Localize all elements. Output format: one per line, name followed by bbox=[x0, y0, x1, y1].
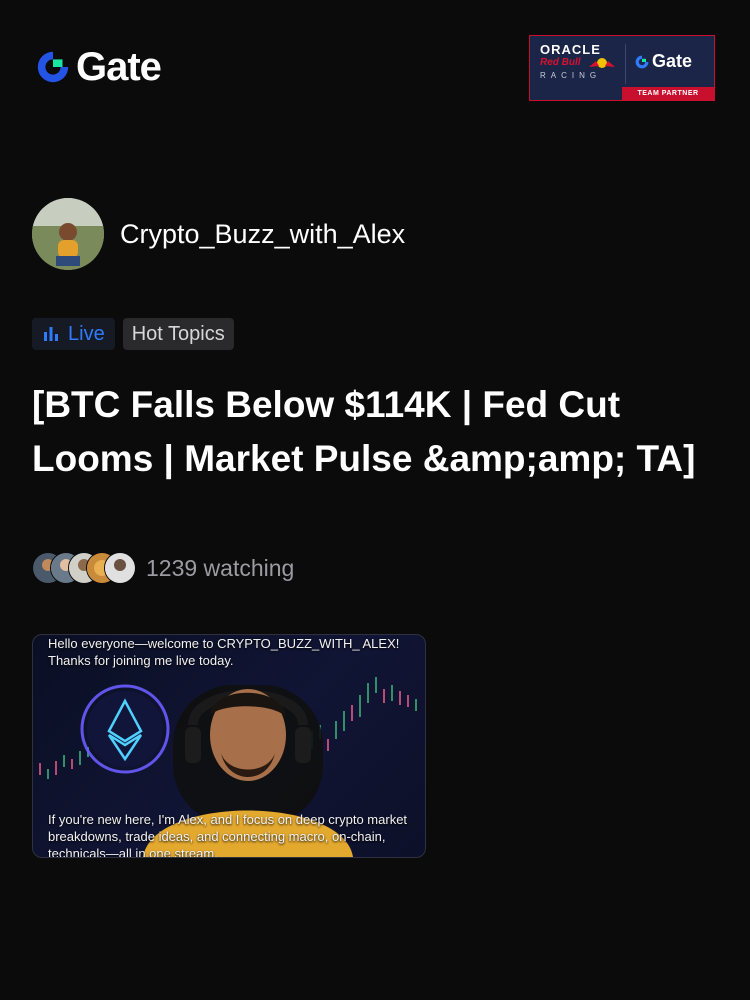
avatar[interactable] bbox=[32, 198, 104, 270]
post-title: [BTC Falls Below $114K | Fed Cut Looms |… bbox=[32, 384, 696, 479]
author[interactable]: Crypto_Buzz_with_Alex bbox=[32, 198, 405, 270]
tags: Live Hot Topics bbox=[32, 318, 234, 350]
video-caption-top: Hello everyone—welcome to CRYPTO_BUZZ_WI… bbox=[48, 636, 400, 668]
team-partner-banner: ORACLE Red Bull RACING Gate TEAM PARTNER bbox=[529, 35, 715, 101]
partner-gate-logo: Gate bbox=[634, 51, 692, 72]
partner-gate-text: Gate bbox=[652, 51, 693, 71]
oracle-label: ORACLE bbox=[540, 42, 601, 57]
logo-text: Gate bbox=[76, 45, 162, 89]
hot-topics-tag[interactable]: Hot Topics bbox=[122, 318, 234, 350]
live-badge: Live bbox=[32, 318, 115, 350]
gate-logo-icon bbox=[635, 55, 649, 68]
redbull-label: Red Bull bbox=[540, 57, 581, 68]
ethereum-icon bbox=[80, 684, 170, 774]
redbull-bulls-icon bbox=[589, 58, 615, 68]
team-partner-badge: TEAM PARTNER bbox=[622, 87, 714, 100]
video-caption-bottom: If you're new here, I'm Alex, and I focu… bbox=[48, 812, 408, 858]
watching-count: 1239 watching bbox=[146, 554, 295, 581]
partner-divider bbox=[625, 44, 626, 84]
live-label: Live bbox=[68, 322, 105, 345]
live-bars-icon bbox=[44, 327, 58, 341]
viewer-avatar bbox=[104, 552, 136, 584]
gate-logo[interactable]: Gate bbox=[34, 45, 162, 89]
racing-label: RACING bbox=[540, 71, 602, 80]
live-video-thumbnail[interactable]: Hello everyone—welcome to CRYPTO_BUZZ_WI… bbox=[32, 634, 426, 858]
viewer-avatars bbox=[32, 552, 136, 584]
watching-row: 1239 watching bbox=[32, 552, 294, 584]
author-name[interactable]: Crypto_Buzz_with_Alex bbox=[120, 219, 405, 250]
gate-logo-icon bbox=[37, 51, 69, 83]
